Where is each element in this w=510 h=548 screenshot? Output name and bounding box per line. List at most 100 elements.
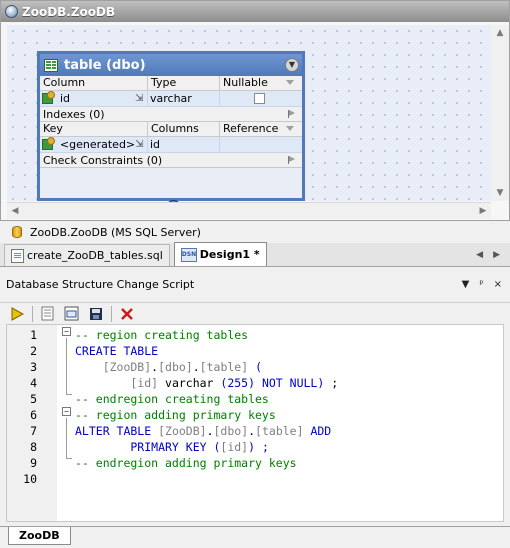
line-number: 4 — [30, 376, 37, 390]
design-file-icon: DSN — [180, 247, 197, 262]
key-header-key[interactable]: Key — [40, 122, 148, 136]
line-number: 3 — [30, 360, 37, 374]
code-line[interactable]: 3 [ZooDB].[dbo].[table] ( — [7, 359, 503, 375]
code-line[interactable]: 9 -- endregion adding primary keys — [7, 455, 503, 471]
code-token: [id] — [220, 440, 249, 454]
primary-key-icon — [42, 91, 55, 104]
design-window-titlebar[interactable]: ZooDB.ZooDB — [1, 1, 509, 22]
fold-guide-end — [66, 394, 72, 395]
key-header-reference[interactable]: Reference — [220, 122, 298, 136]
tab-create-zoodb-tables[interactable]: create_ZooDB_tables.sql — [4, 244, 170, 266]
column-header-nullable[interactable]: Nullable — [220, 76, 298, 90]
horizontal-scrollbar[interactable]: ◀ ▶ — [7, 202, 491, 219]
line-number: 6 — [30, 408, 37, 422]
close-icon[interactable]: × — [494, 279, 502, 290]
check-constraints-section[interactable]: Check Constraints (0) — [40, 153, 302, 168]
key-row[interactable]: <generated> ⇲ id — [40, 137, 302, 153]
panel-header: Database Structure Change Script ▼ ᵖ × — [0, 274, 510, 294]
scroll-right-icon[interactable]: ▶ — [477, 205, 489, 217]
connection-status: ZooDB.ZooDB (MS SQL Server) — [0, 222, 510, 242]
code-line[interactable]: 10 — [7, 471, 503, 487]
code-line[interactable]: 1 -- region creating tables — [7, 327, 503, 343]
column-header-type[interactable]: Type — [148, 76, 220, 90]
code-token: ) ; — [248, 440, 269, 454]
tab-prev-icon[interactable]: ◀ — [476, 250, 483, 260]
fold-guide — [66, 418, 67, 458]
scroll-up-icon[interactable]: ▲ — [494, 27, 506, 39]
tab-design1[interactable]: DSN Design1 * — [173, 242, 267, 266]
pin-icon[interactable]: ᵖ — [479, 279, 483, 290]
line-number: 9 — [30, 456, 37, 470]
code-text: -- region creating tables — [75, 327, 248, 343]
indexes-section[interactable]: Indexes (0) — [40, 107, 302, 122]
code-line[interactable]: 2 CREATE TABLE — [7, 343, 503, 359]
table-entity-header[interactable]: table (dbo) ▼ — [40, 54, 302, 76]
code-line[interactable]: 7 ALTER TABLE [ZooDB].[dbo].[table] ADD — [7, 423, 503, 439]
design-window: ZooDB.ZooDB table (dbo) ▼ Column Type Nu… — [0, 0, 510, 221]
column-row[interactable]: id ⇲ varchar (255) — [40, 91, 302, 120]
fold-region-icon[interactable]: − — [62, 407, 71, 416]
document-tabs: create_ZooDB_tables.sql DSN Design1 * ◀ … — [0, 242, 510, 267]
columns-header: Column Type Nullable — [40, 76, 302, 91]
tab-next-icon[interactable]: ▶ — [493, 250, 500, 260]
code-token: (255) NOT NULL) — [220, 376, 325, 390]
code-line[interactable]: 4 [id] varchar (255) NOT NULL) ; — [7, 375, 503, 391]
tab-label: Design1 * — [199, 248, 260, 261]
code-line[interactable]: 5 -- endregion creating tables — [7, 391, 503, 407]
panel-menu-icon[interactable]: ▼ — [462, 279, 470, 290]
fold-region-icon[interactable]: − — [62, 327, 71, 336]
code-token: [ZooDB] — [151, 424, 207, 438]
key-header-columns[interactable]: Columns — [148, 122, 220, 136]
column-header-column[interactable]: Column — [40, 76, 148, 90]
line-number: 2 — [30, 344, 37, 358]
code-token: ADD — [303, 424, 332, 438]
column-type[interactable]: varchar (255) — [148, 91, 220, 120]
bottom-tab-divider — [0, 526, 510, 527]
code-text: ALTER TABLE [ZooDB].[dbo].[table] ADD — [75, 423, 331, 439]
code-line[interactable]: 8 PRIMARY KEY ([id]) ; — [7, 439, 503, 455]
line-number: 8 — [30, 440, 37, 454]
scroll-left-icon[interactable]: ◀ — [9, 205, 21, 217]
code-text: -- region adding primary keys — [75, 407, 276, 423]
scroll-down-icon[interactable]: ▼ — [494, 187, 506, 199]
line-number: 10 — [23, 472, 37, 486]
design-canvas[interactable]: table (dbo) ▼ Column Type Nullable id ⇲ … — [7, 25, 491, 215]
table-entity-title: table (dbo) — [64, 57, 146, 73]
connection-label: ZooDB.ZooDB (MS SQL Server) — [30, 225, 201, 239]
code-token: CREATE TABLE — [75, 344, 159, 358]
sql-file-icon — [11, 248, 24, 263]
column-name: id — [60, 92, 71, 105]
line-number: 1 — [30, 328, 37, 342]
save-script-as-sql-button[interactable] — [63, 305, 81, 323]
filter-icon[interactable] — [286, 80, 294, 85]
table-entity[interactable]: table (dbo) ▼ Column Type Nullable id ⇲ … — [37, 51, 305, 201]
nullable-checkbox[interactable] — [253, 93, 265, 104]
expand-flag-icon[interactable] — [288, 156, 296, 164]
collapse-icon[interactable]: ▼ — [285, 58, 299, 72]
key-columns[interactable]: id — [148, 137, 220, 152]
expand-flag-icon[interactable] — [288, 110, 296, 118]
code-text: CREATE TABLE — [75, 343, 158, 359]
code-token: ALTER TABLE — [75, 424, 152, 438]
run-button[interactable] — [8, 305, 26, 323]
tab-zoodb[interactable]: ZooDB — [8, 527, 71, 545]
code-token: -- region creating tables — [75, 328, 249, 342]
filter-icon[interactable] — [286, 126, 294, 131]
script-toolbar — [0, 302, 510, 324]
line-number: 5 — [30, 392, 37, 406]
save-button[interactable] — [87, 305, 105, 323]
code-token: [dbo] — [158, 360, 193, 374]
discard-button[interactable] — [118, 305, 136, 323]
database-icon — [5, 5, 18, 18]
fold-guide-end — [66, 458, 72, 459]
red-x-icon — [121, 307, 133, 320]
relation-icon: ⇲ — [135, 93, 144, 104]
code-line[interactable]: 6 -- region adding primary keys — [7, 407, 503, 423]
sql-script-editor[interactable]: 1 -- region creating tables 2 CREATE TABLE 3… — [6, 324, 504, 522]
code-token: [dbo] — [213, 424, 249, 438]
code-token: -- endregion creating tables — [75, 392, 269, 406]
code-token: [id] — [75, 376, 159, 390]
open-sql-editor-button[interactable] — [39, 305, 57, 323]
code-text: [id] varchar (255) NOT NULL) ; — [75, 375, 338, 391]
vertical-scrollbar[interactable]: ▲ ▼ — [491, 25, 509, 201]
